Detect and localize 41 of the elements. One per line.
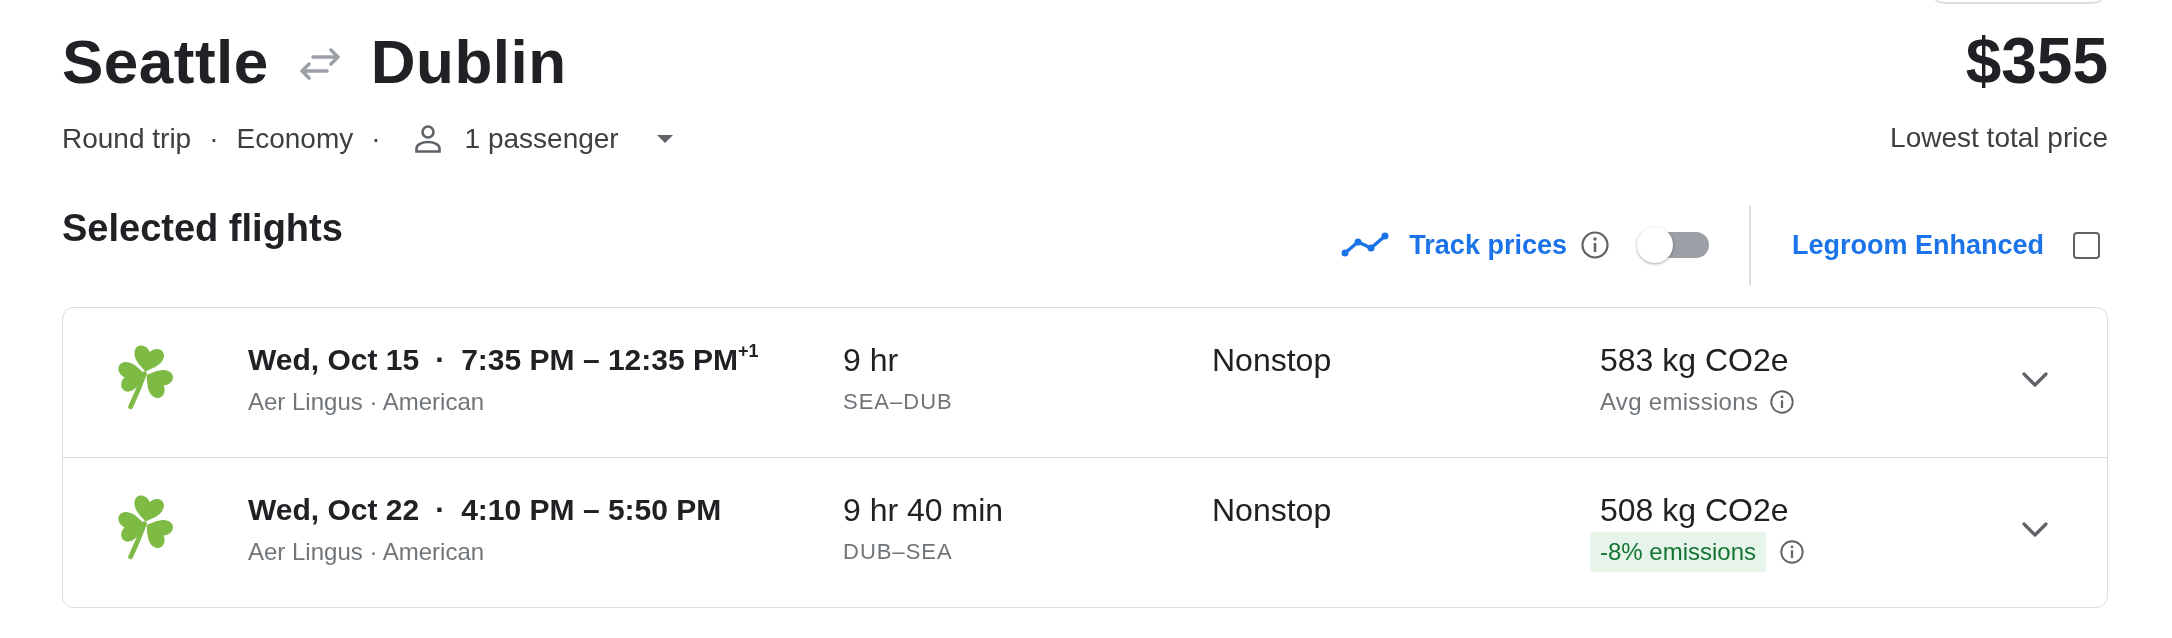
info-icon[interactable] xyxy=(1580,231,1609,259)
emissions-value: 508 kg CO2e xyxy=(1600,491,1790,530)
flight-duration: 9 hr 40 min xyxy=(843,491,1005,530)
stops-label: Nonstop xyxy=(1212,491,1333,530)
stops-label: Nonstop xyxy=(1212,341,1333,380)
passenger-selector[interactable]: 1 passenger xyxy=(412,121,673,157)
chevron-down-icon xyxy=(2021,370,2049,388)
price-caption: Lowest total price xyxy=(1890,121,2108,155)
trip-option[interactable]: Round trip xyxy=(62,121,192,157)
airline-names: Aer Lingus · American xyxy=(248,387,486,417)
total-price: $355 xyxy=(1965,24,2108,99)
trend-line-icon xyxy=(1341,231,1390,259)
destination-city: Dublin xyxy=(370,26,567,98)
section-title: Selected flights xyxy=(62,206,343,251)
emissions-badge: -8% emissions xyxy=(1590,532,1767,572)
emissions-note: Avg emissions xyxy=(1600,387,1759,417)
separator-dot: · xyxy=(435,342,446,378)
flight-date: Wed, Oct 22 xyxy=(248,492,420,528)
info-icon[interactable] xyxy=(1770,390,1795,414)
airline-names: Aer Lingus · American xyxy=(248,537,486,567)
route-codes: DUB–SEA xyxy=(843,538,954,566)
flight-duration: 9 hr xyxy=(843,341,900,380)
trip-option[interactable]: Economy xyxy=(236,121,354,157)
separator-dot: · xyxy=(435,492,446,528)
flight-times: 4:10 PM – 5:50 PM xyxy=(461,492,722,528)
flight-date: Wed, Oct 15 xyxy=(248,342,420,378)
caret-icon xyxy=(656,135,673,143)
emissions-value: 583 kg CO2e xyxy=(1600,341,1790,380)
separator-dot: · xyxy=(371,122,381,156)
person-icon xyxy=(412,124,443,154)
separator-dot: · xyxy=(209,122,219,156)
info-icon[interactable] xyxy=(1780,540,1805,564)
route-codes: SEA–DUB xyxy=(843,388,954,416)
origin-city: Seattle xyxy=(62,26,269,98)
track-prices-button[interactable]: Track prices xyxy=(1341,227,1567,263)
legroom-checkbox[interactable] xyxy=(2073,231,2100,259)
flight-times: 7:35 PM – 12:35 PM$^{+1}$ xyxy=(461,340,759,378)
swap-arrows-icon xyxy=(298,48,341,80)
chevron-down-icon xyxy=(2021,520,2049,538)
toggle-switch[interactable] xyxy=(1636,226,1709,264)
legroom-label[interactable]: Legroom Enhanced xyxy=(1791,227,2044,263)
